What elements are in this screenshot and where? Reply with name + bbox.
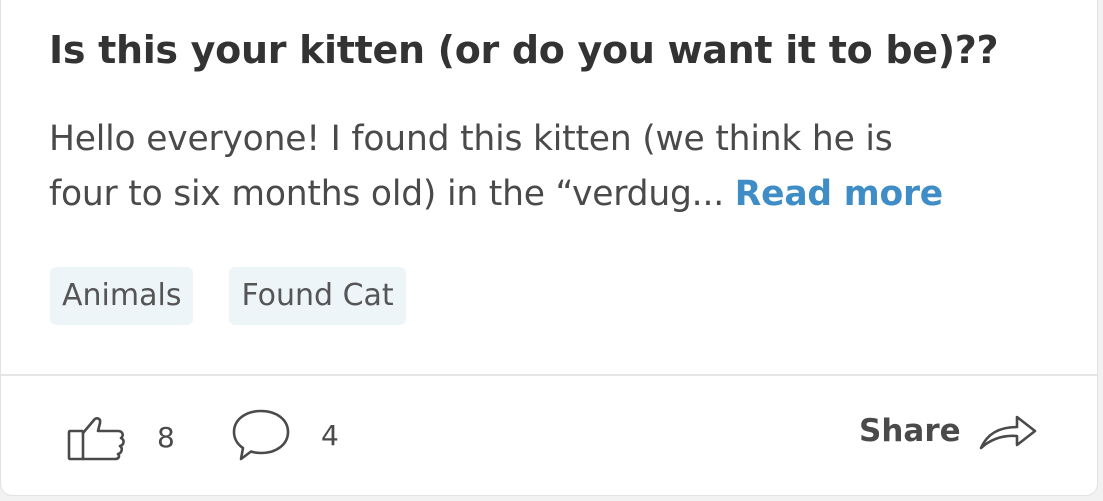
tag-animals[interactable]: Animals bbox=[50, 267, 194, 325]
comment-count: 4 bbox=[321, 418, 339, 452]
post-body-line-2: four to six months old) in the “verdug..… bbox=[49, 167, 1059, 222]
like-count: 8 bbox=[157, 420, 175, 454]
tag-list: Animals Found Cat bbox=[50, 267, 406, 325]
like-button[interactable]: 8 bbox=[65, 412, 175, 462]
share-label: Share bbox=[859, 413, 961, 449]
read-more-link[interactable]: Read more bbox=[735, 174, 943, 214]
post-body-excerpt-end: four to six months old) in the “verdug..… bbox=[49, 174, 735, 214]
speech-bubble-icon bbox=[229, 406, 293, 464]
share-arrow-icon bbox=[977, 410, 1039, 452]
post-title[interactable]: Is this your kitten (or do you want it t… bbox=[49, 28, 999, 72]
post-body: Hello everyone! I found this kitten (we … bbox=[49, 112, 1059, 222]
footer-divider bbox=[1, 374, 1097, 376]
tag-found-cat[interactable]: Found Cat bbox=[229, 267, 406, 325]
share-button[interactable]: Share bbox=[859, 410, 1039, 452]
post-card: Is this your kitten (or do you want it t… bbox=[0, 0, 1098, 496]
post-body-line-1: Hello everyone! I found this kitten (we … bbox=[49, 119, 893, 159]
thumbs-up-icon bbox=[65, 412, 127, 462]
comment-button[interactable]: 4 bbox=[229, 406, 339, 464]
